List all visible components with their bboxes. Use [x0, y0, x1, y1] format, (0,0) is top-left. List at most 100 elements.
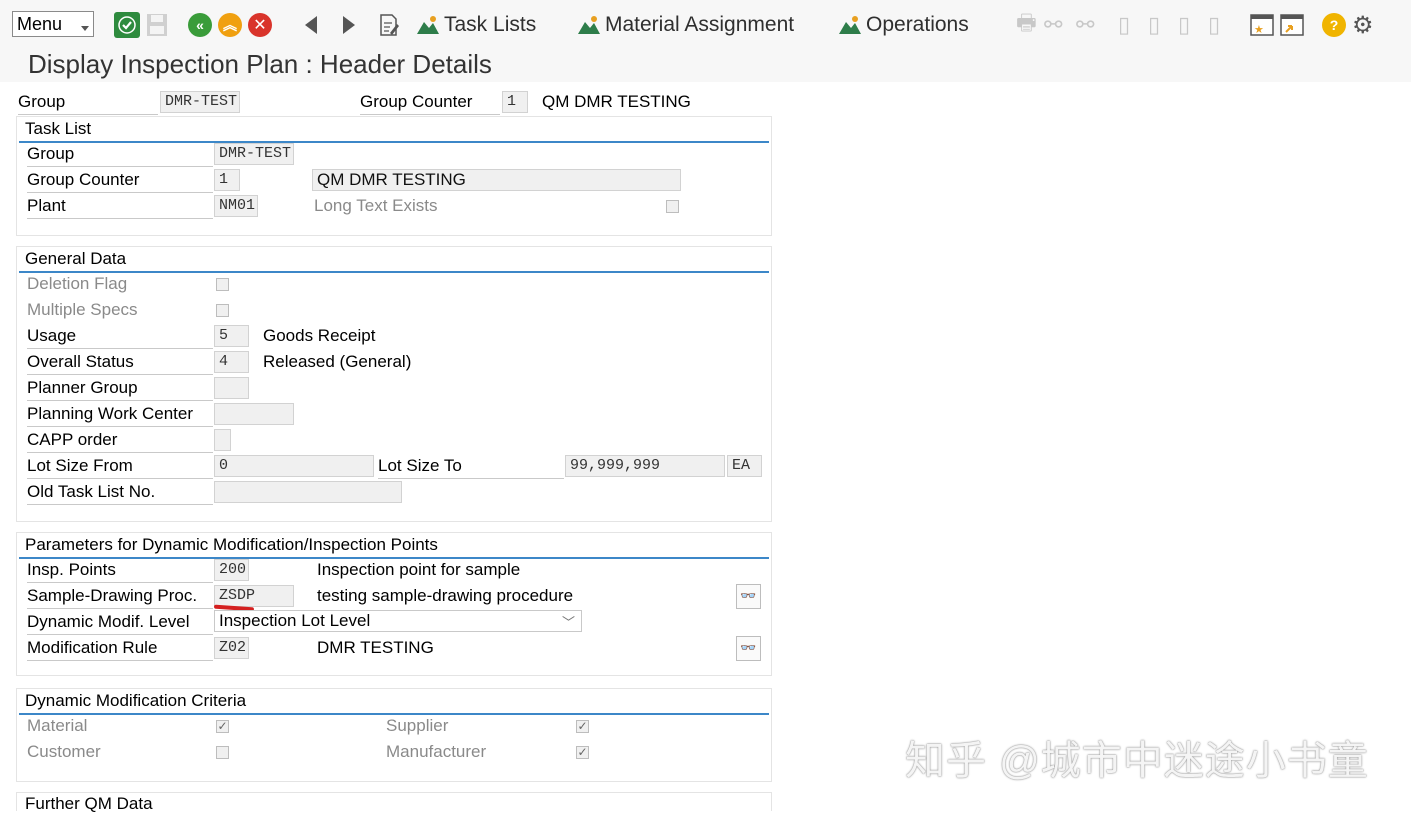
- save-button[interactable]: [146, 11, 168, 39]
- tl-group-counter-field[interactable]: 1: [214, 169, 240, 191]
- edit-document-button[interactable]: [378, 11, 400, 39]
- mountain-chart-icon: [578, 16, 600, 34]
- dynamic-modif-level-select[interactable]: Inspection Lot Level ﹀: [214, 610, 582, 632]
- old-task-list-field[interactable]: [214, 481, 402, 503]
- sample-drawing-proc-description: testing sample-drawing procedure: [317, 586, 574, 605]
- find-next-button[interactable]: ⚯: [1076, 11, 1094, 39]
- checkmark-icon: [114, 12, 140, 38]
- sample-drawing-proc-label: Sample-Drawing Proc.: [27, 586, 213, 609]
- binoculars-plus-icon: ⚯: [1076, 12, 1095, 37]
- watermark: 知乎 @城市中迷途小书童: [905, 739, 1369, 783]
- supplier-label: Supplier: [386, 716, 449, 735]
- print-button[interactable]: 🖶: [1016, 10, 1037, 39]
- insp-points-field[interactable]: 200: [214, 559, 249, 581]
- enter-button[interactable]: [114, 11, 140, 39]
- material-label: Material: [27, 716, 88, 735]
- multiple-specs-label: Multiple Specs: [27, 300, 138, 319]
- next-button[interactable]: [340, 11, 358, 39]
- back-button[interactable]: «: [188, 11, 212, 39]
- question-mark-icon: ?: [1322, 13, 1346, 37]
- page-last-icon: ▯: [1208, 12, 1221, 37]
- section-title: General Data: [25, 249, 127, 268]
- tl-counter-description-field[interactable]: QM DMR TESTING: [312, 169, 681, 191]
- exit-button[interactable]: ︽: [218, 11, 242, 39]
- cancel-x-icon: ✕: [248, 13, 272, 37]
- glasses-icon: 👓: [740, 588, 757, 603]
- sample-drawing-proc-field[interactable]: ZSDP: [214, 585, 294, 607]
- task-lists-label: Task Lists: [444, 13, 537, 36]
- display-rule-button[interactable]: 👓: [736, 636, 761, 661]
- insp-points-label: Insp. Points: [27, 560, 213, 583]
- deletion-flag-checkbox[interactable]: [216, 278, 229, 291]
- long-text-exists-checkbox[interactable]: [666, 200, 679, 213]
- old-task-list-label: Old Task List No.: [27, 482, 213, 505]
- find-button[interactable]: ⚯: [1044, 11, 1062, 39]
- binoculars-icon: ⚯: [1044, 12, 1063, 37]
- supplier-checkbox[interactable]: ✓: [576, 720, 589, 733]
- capp-order-label: CAPP order: [27, 430, 213, 453]
- section-divider: [19, 141, 769, 143]
- section-title: Task List: [25, 119, 92, 138]
- group-counter-field[interactable]: 1: [502, 91, 528, 113]
- tl-group-counter-label: Group Counter: [27, 170, 213, 193]
- insp-points-description: Inspection point for sample: [317, 560, 521, 579]
- first-page-button[interactable]: ▯: [1118, 11, 1130, 39]
- dynamic-modif-level-value: Inspection Lot Level: [219, 611, 371, 630]
- usage-field[interactable]: 5: [214, 325, 249, 347]
- material-checkbox[interactable]: ✓: [216, 720, 229, 733]
- chevron-down-icon: ﹀: [561, 615, 575, 630]
- window-star-icon: ★: [1250, 14, 1274, 36]
- overall-status-field[interactable]: 4: [214, 351, 249, 373]
- section-title: Further QM Data: [25, 794, 153, 813]
- operations-label: Operations: [866, 13, 969, 36]
- last-page-button[interactable]: ▯: [1208, 11, 1220, 39]
- modification-rule-field[interactable]: Z02: [214, 637, 249, 659]
- shortcut-button[interactable]: [1280, 11, 1304, 39]
- deletion-flag-label: Deletion Flag: [27, 274, 128, 293]
- lot-size-from-field[interactable]: 0: [214, 455, 374, 477]
- planning-work-center-label: Planning Work Center: [27, 404, 213, 427]
- customer-label: Customer: [27, 742, 101, 761]
- lot-size-to-label: Lot Size To: [378, 456, 564, 479]
- capp-order-field[interactable]: [214, 429, 231, 451]
- group-field[interactable]: DMR-TEST: [160, 91, 240, 113]
- previous-button[interactable]: [302, 11, 320, 39]
- previous-page-button[interactable]: ▯: [1148, 11, 1160, 39]
- menu-label: Menu: [17, 14, 63, 34]
- operations-button[interactable]: Operations: [838, 11, 969, 39]
- dynamic-modif-level-label: Dynamic Modif. Level: [27, 612, 213, 635]
- material-assignment-button[interactable]: Material Assignment: [577, 11, 794, 39]
- svg-text:★: ★: [1254, 24, 1264, 36]
- tl-plant-field[interactable]: NM01: [214, 195, 258, 217]
- overall-status-label: Overall Status: [27, 352, 213, 375]
- next-page-button[interactable]: ▯: [1178, 11, 1190, 39]
- double-up-arrow-icon: ︽: [218, 13, 242, 37]
- tl-group-field[interactable]: DMR-TEST: [214, 143, 294, 165]
- window-arrow-icon: [1280, 14, 1304, 36]
- menu-button[interactable]: Menu: [12, 11, 94, 37]
- multiple-specs-checkbox[interactable]: [216, 304, 229, 317]
- planner-group-field[interactable]: [214, 377, 249, 399]
- usage-label: Usage: [27, 326, 213, 349]
- lot-size-to-field[interactable]: 99,999,999: [565, 455, 725, 477]
- settings-button[interactable]: ⚙: [1352, 11, 1374, 39]
- section-title: Parameters for Dynamic Modification/Insp…: [25, 535, 438, 554]
- new-session-button[interactable]: ★: [1250, 11, 1274, 39]
- display-details-button[interactable]: 👓: [736, 584, 761, 609]
- manufacturer-checkbox[interactable]: ✓: [576, 746, 589, 759]
- glasses-icon: 👓: [740, 640, 757, 655]
- page-first-icon: ▯: [1118, 12, 1131, 37]
- customer-checkbox[interactable]: [216, 746, 229, 759]
- cancel-button[interactable]: ✕: [248, 11, 272, 39]
- section-divider: [19, 271, 769, 273]
- menu-caret-icon: [81, 26, 89, 31]
- help-button[interactable]: ?: [1322, 11, 1346, 39]
- planner-group-label: Planner Group: [27, 378, 213, 401]
- group-counter-label: Group Counter: [360, 92, 500, 115]
- title-bar: Display Inspection Plan : Header Details: [0, 46, 1411, 82]
- task-lists-button[interactable]: Task Lists: [416, 11, 536, 39]
- long-text-exists-label: Long Text Exists: [314, 196, 438, 215]
- triangle-left-icon: [305, 16, 317, 34]
- unit-field[interactable]: EA: [727, 455, 762, 477]
- planning-work-center-field[interactable]: [214, 403, 294, 425]
